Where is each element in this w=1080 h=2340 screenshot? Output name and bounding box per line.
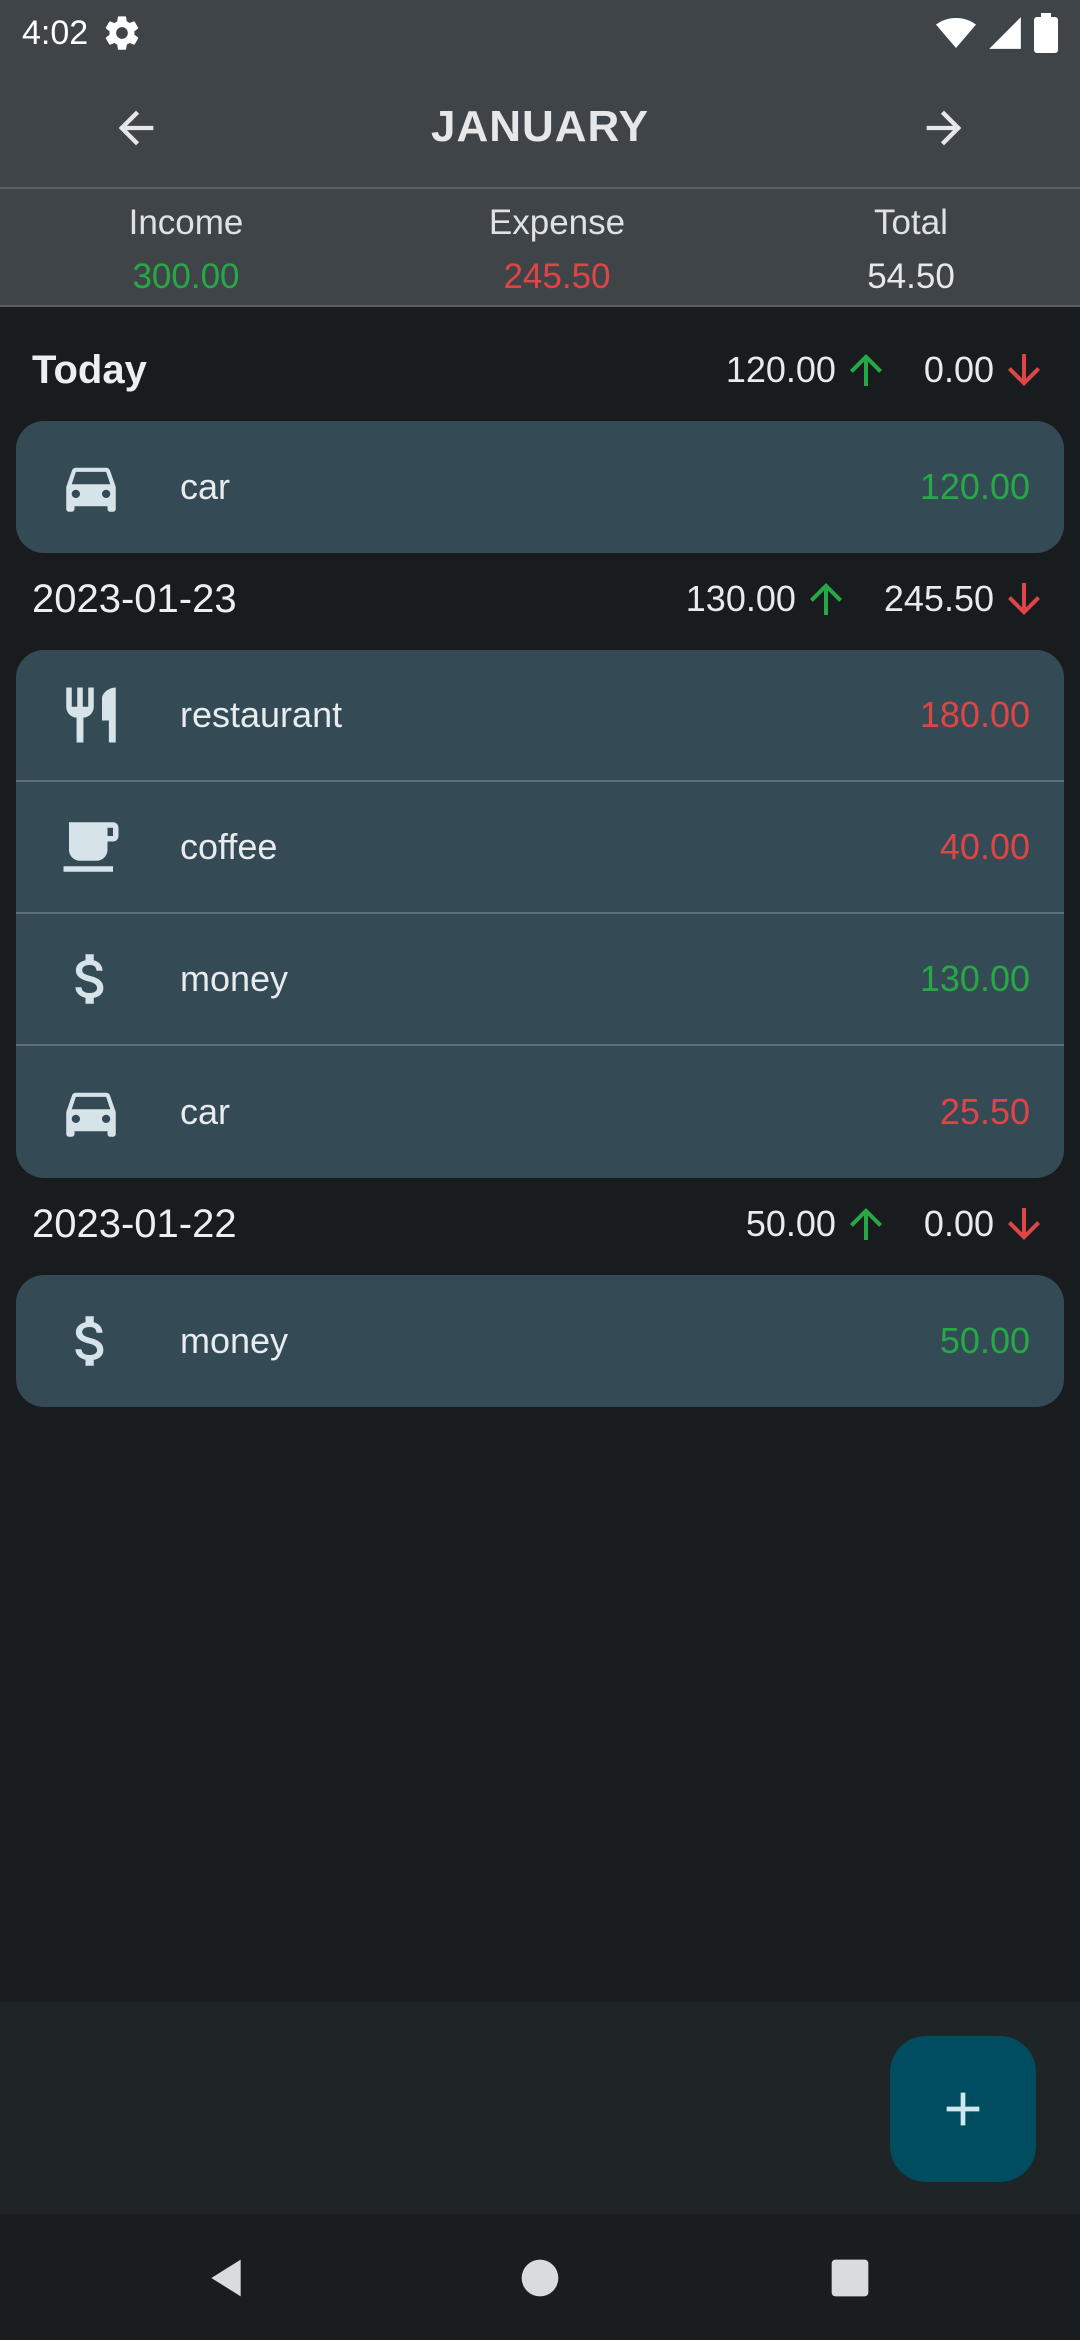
car-icon (56, 452, 126, 522)
group-totals: 50.00 0.00 (746, 1200, 1048, 1248)
home-icon[interactable] (518, 2256, 562, 2300)
arrow-down-icon (1008, 1208, 1040, 1240)
status-bar: 4:02 (0, 0, 1080, 66)
group-totals: 130.00 245.50 (686, 575, 1048, 623)
plus-icon (946, 2092, 980, 2126)
transaction-label: restaurant (180, 694, 343, 735)
total-value: 54.50 (867, 257, 955, 296)
group-income-total: 50.00 (745, 1203, 836, 1244)
group-expense-total: 245.50 (883, 578, 994, 619)
transaction-amount: 180.00 (919, 694, 1030, 735)
group-expense-total: 0.00 (923, 349, 994, 390)
battery-icon (1034, 13, 1058, 53)
transaction-row[interactable]: money 130.00 (16, 914, 1064, 1046)
app-bar: JANUARY (0, 66, 1080, 189)
transaction-amount: 120.00 (919, 466, 1030, 507)
transaction-label: money (180, 1320, 289, 1361)
arrow-down-icon (1008, 583, 1040, 615)
transaction-amount: 25.50 (939, 1091, 1030, 1132)
recents-icon[interactable] (828, 2256, 872, 2300)
status-time: 4:02 (22, 13, 89, 52)
group-header: Today 120.00 0.00 (0, 330, 1080, 410)
transaction-card: money 50.00 (16, 1275, 1064, 1407)
car-icon (56, 1077, 126, 1147)
group-date: Today (32, 347, 147, 392)
transaction-row[interactable]: money 50.00 (16, 1275, 1064, 1407)
dollar-icon (56, 1306, 126, 1376)
transaction-row[interactable]: car 120.00 (16, 421, 1064, 553)
arrow-up-icon (849, 1208, 882, 1240)
group-date: 2023-01-23 (32, 576, 237, 621)
arrow-up-icon (849, 354, 882, 386)
restaurant-icon (56, 680, 126, 750)
group-income-total: 130.00 (685, 578, 796, 619)
expense-value: 245.50 (503, 257, 611, 296)
transaction-amount: 40.00 (939, 826, 1030, 867)
transaction-row[interactable]: restaurant 180.00 (16, 650, 1064, 782)
total-summary: Total 54.50 (742, 189, 1080, 305)
group-income-total: 120.00 (725, 349, 836, 390)
group-header: 2023-01-23 130.00 245.50 (0, 559, 1080, 639)
signal-icon (989, 17, 1021, 49)
month-summary: Income 300.00 Expense 245.50 Total 54.50 (0, 189, 1080, 307)
wifi-icon (936, 18, 976, 48)
arrow-right-icon (926, 110, 962, 146)
transaction-label: money (180, 958, 289, 999)
income-summary: Income 300.00 (0, 189, 372, 305)
expense-label: Expense (488, 203, 626, 242)
transaction-card: restaurant 180.00 coffee 40.00 money 130… (16, 650, 1064, 1178)
expense-summary: Expense 245.50 (372, 189, 742, 305)
group-expense-total: 0.00 (923, 1203, 994, 1244)
dollar-icon (56, 944, 126, 1014)
transaction-row[interactable]: car 25.50 (16, 1046, 1064, 1178)
income-label: Income (128, 203, 244, 242)
group-date: 2023-01-22 (32, 1201, 237, 1246)
back-icon[interactable] (204, 2256, 248, 2300)
transaction-label: coffee (180, 826, 278, 867)
transaction-label: car (180, 466, 231, 507)
income-value: 300.00 (132, 257, 240, 296)
total-label: Total (874, 203, 948, 242)
arrow-up-icon (809, 583, 842, 615)
next-month-button[interactable] (912, 96, 976, 160)
transaction-label: car (180, 1091, 231, 1132)
arrow-down-icon (1008, 354, 1040, 386)
group-totals: 120.00 0.00 (726, 346, 1048, 394)
transaction-amount: 130.00 (919, 958, 1030, 999)
status-icons (936, 13, 1058, 53)
transaction-card: car 120.00 (16, 421, 1064, 553)
transaction-amount: 50.00 (939, 1320, 1030, 1361)
settings-gear-icon (105, 16, 139, 50)
coffee-icon (56, 812, 126, 882)
group-header: 2023-01-22 50.00 0.00 (0, 1184, 1080, 1264)
add-transaction-button[interactable] (890, 2036, 1036, 2182)
transaction-row[interactable]: coffee 40.00 (16, 782, 1064, 914)
system-navigation-bar (0, 2214, 1080, 2340)
